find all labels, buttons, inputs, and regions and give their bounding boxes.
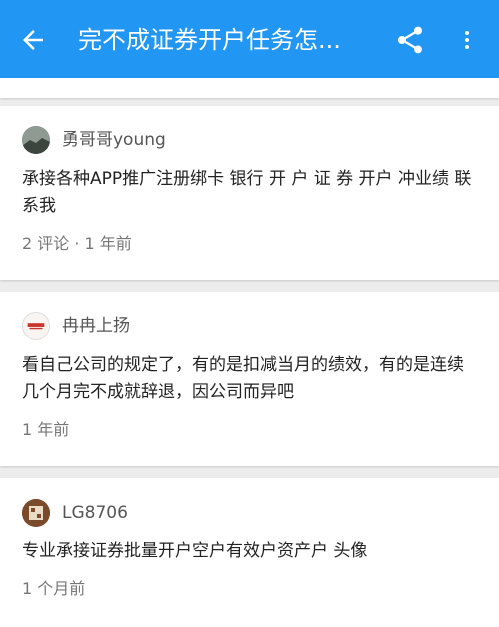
comment-card[interactable]: LG8706 专业承接证券批量开户空户有效户资产户 头像 1 个月前 <box>0 478 499 627</box>
page-title: 完不成证券开户任务怎... <box>78 26 341 54</box>
comment-username[interactable]: 勇哥哥young <box>62 129 166 151</box>
avatar[interactable] <box>22 126 50 154</box>
comment-meta[interactable]: 2 评论 · 1 年前 <box>22 233 132 255</box>
comment-meta: 1 个月前 <box>22 579 86 598</box>
avatar[interactable] <box>22 312 50 340</box>
comment-meta: 1 年前 <box>22 420 70 439</box>
comment-text: 看自己公司的规定了，有的是扣减当月的绩效，有的是连续几个月完不成就辞退，因公司而… <box>22 355 464 402</box>
previous-card-bottom <box>0 78 499 98</box>
comment-text: 承接各种APP推广注册绑卡 银行 开 户 证 券 开户 冲业绩 联系我 <box>22 169 472 216</box>
comment-card[interactable]: 勇哥哥young 承接各种APP推广注册绑卡 银行 开 户 证 券 开户 冲业绩… <box>0 106 499 280</box>
share-icon[interactable] <box>394 24 426 56</box>
back-arrow-icon[interactable] <box>18 25 48 55</box>
more-options-icon[interactable] <box>455 24 479 56</box>
comment-card[interactable]: 冉冉上扬 看自己公司的规定了，有的是扣减当月的绩效，有的是连续几个月完不成就辞退… <box>0 292 499 466</box>
comment-text: 专业承接证券批量开户空户有效户资产户 头像 <box>22 541 368 561</box>
comment-username[interactable]: LG8706 <box>62 502 128 524</box>
avatar[interactable] <box>22 499 50 527</box>
comment-username[interactable]: 冉冉上扬 <box>62 315 130 337</box>
app-bar: 完不成证券开户任务怎... <box>0 0 499 78</box>
